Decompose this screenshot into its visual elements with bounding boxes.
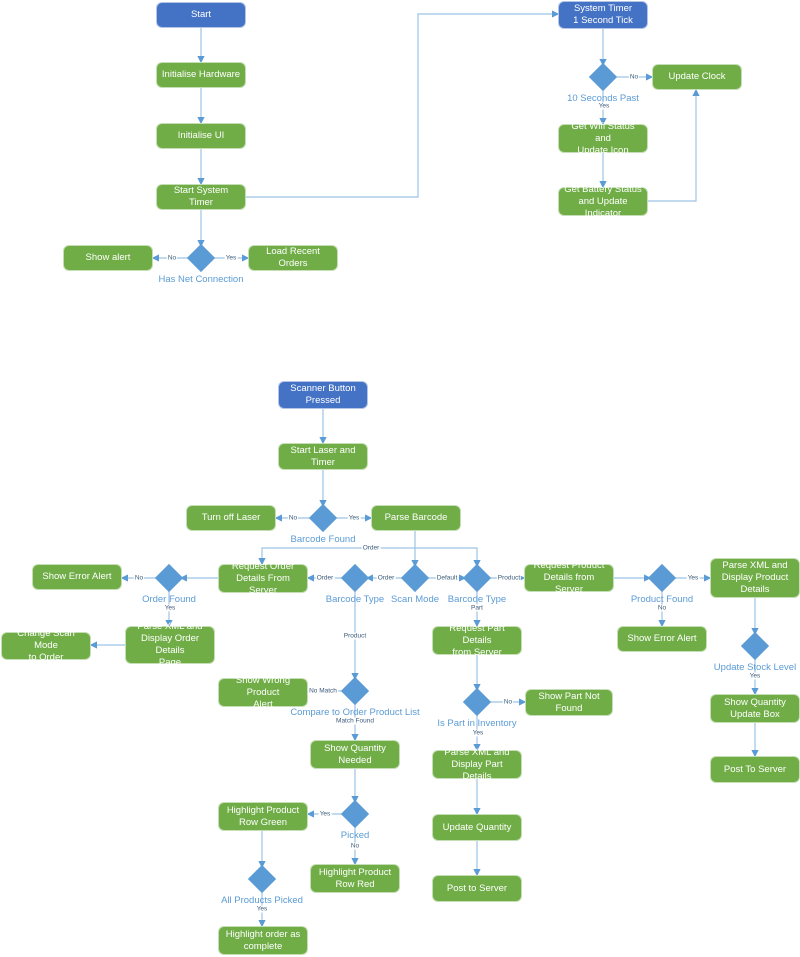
decision-label-update-stock: Update Stock Level — [713, 662, 797, 673]
decision-label-in-inventory: Is Part in Inventory — [437, 718, 517, 729]
edge-label-of-yes: Yes — [163, 604, 177, 612]
decision-label-barcode-found: Barcode Found — [290, 534, 356, 545]
node-post-server-part: Post to Server — [432, 875, 522, 902]
node-req-order: Request Order Details From Server — [218, 561, 308, 596]
edge-label-cmp-nomatch: No Match — [308, 687, 338, 695]
edge-label-bt-order: Order — [315, 574, 335, 582]
edge-label-ap-yes: Yes — [255, 905, 269, 913]
edge-label-ten-no: No — [628, 73, 640, 81]
node-show-alert: Show alert — [63, 245, 153, 271]
node-start-timer: Start System Timer — [156, 184, 246, 210]
node-wifi: Get Wifi Status and Update Icon — [558, 121, 648, 156]
edge-label-bt2-part: Part — [470, 604, 484, 612]
node-update-clock: Update Clock — [652, 64, 742, 90]
decision-label-picked: Picked — [340, 830, 370, 841]
node-start: Start — [156, 2, 246, 28]
edge-label-bt2-product: Product — [342, 632, 368, 640]
node-laser: Start Laser and Timer — [278, 443, 368, 470]
node-row-green: Highlight Product Row Green — [218, 802, 308, 831]
node-order-error: Show Error Alert — [32, 564, 122, 590]
decision-label-scan-mode: Scan Mode — [390, 594, 440, 605]
edge-label-bf-no: No — [287, 514, 299, 522]
edge-label-cmp-match: Match Found — [335, 717, 375, 725]
edge-label-of-no: No — [133, 574, 145, 582]
node-battery: Get Battery Status and Update Indicator — [558, 184, 648, 219]
edge-label-inv-yes: Yes — [471, 729, 485, 737]
decision-label-barcode-type-default: Barcode Type — [447, 594, 507, 605]
decision-label-compare: Compare to Order Product List — [290, 707, 420, 718]
node-init-hw: Initialise Hardware — [156, 62, 246, 88]
node-update-qty: Update Quantity — [432, 814, 522, 841]
node-qty-needed: Show Quantity Needed — [310, 740, 400, 769]
node-init-ui: Initialise UI — [156, 123, 246, 149]
node-row-red: Highlight Product Row Red — [310, 864, 400, 893]
edge-label-bt-product: Product — [496, 574, 522, 582]
edge-label-pf-no: No — [656, 604, 668, 612]
connector-layer — [89, 10, 759, 928]
edge-label-pk-yes: Yes — [318, 810, 332, 818]
edge-label-ten-yes: Yes — [597, 102, 611, 110]
edge-label-net-no: No — [166, 254, 178, 262]
edge-label-pf-yes: Yes — [686, 574, 700, 582]
edge-label-split-order: Order — [361, 544, 381, 552]
node-parse-barcode: Parse Barcode — [371, 505, 461, 531]
node-parse-order: Parse XML and Display Order Details Page — [125, 621, 215, 668]
decision-label-has-net: Has Net Connection — [158, 274, 244, 285]
edge-label-net-yes: Yes — [224, 254, 238, 262]
edge-label-us-yes: Yes — [748, 672, 762, 680]
decision-label-product-found: Product Found — [630, 594, 694, 605]
connector — [415, 547, 481, 568]
edge-label-bf-yes: Yes — [347, 514, 361, 522]
node-req-product: Request Product Details from Server — [524, 560, 614, 595]
decision-label-all-picked: All Products Picked — [221, 895, 303, 906]
node-parse-product: Parse XML and Display Product Details — [710, 558, 800, 598]
edge-label-pk-no: No — [349, 842, 361, 850]
connector — [648, 88, 700, 202]
node-turn-off: Turn off Laser — [186, 505, 276, 531]
node-sys-timer: System Timer 1 Second Tick — [558, 1, 648, 29]
node-wrong-product: Show Wrong Product Alert — [218, 675, 308, 710]
node-order-complete: Highlight order as complete — [218, 926, 308, 955]
node-scanner: Scanner Button Pressed — [278, 381, 368, 409]
edge-label-sm-order: Order — [376, 574, 396, 582]
edge-label-sm-default: Default — [435, 574, 459, 582]
decision-label-order-found: Order Found — [142, 594, 196, 605]
node-product-error: Show Error Alert — [617, 626, 707, 652]
node-post-server-product: Post To Server — [710, 756, 800, 783]
node-change-mode: Change Scan Mode to Order — [1, 628, 91, 663]
node-parse-part: Parse XML and Display Part Details — [432, 747, 522, 782]
node-req-part: Request Part Details from Server — [432, 623, 522, 658]
decision-label-barcode-type-order: Barcode Type — [325, 594, 385, 605]
edge-label-inv-no: No — [502, 698, 514, 706]
node-load-orders: Load Recent Orders — [248, 245, 338, 271]
node-qty-update-box: Show Quantity Update Box — [710, 694, 800, 723]
connector — [246, 10, 560, 198]
node-part-not-found: Show Part Not Found — [525, 689, 613, 716]
